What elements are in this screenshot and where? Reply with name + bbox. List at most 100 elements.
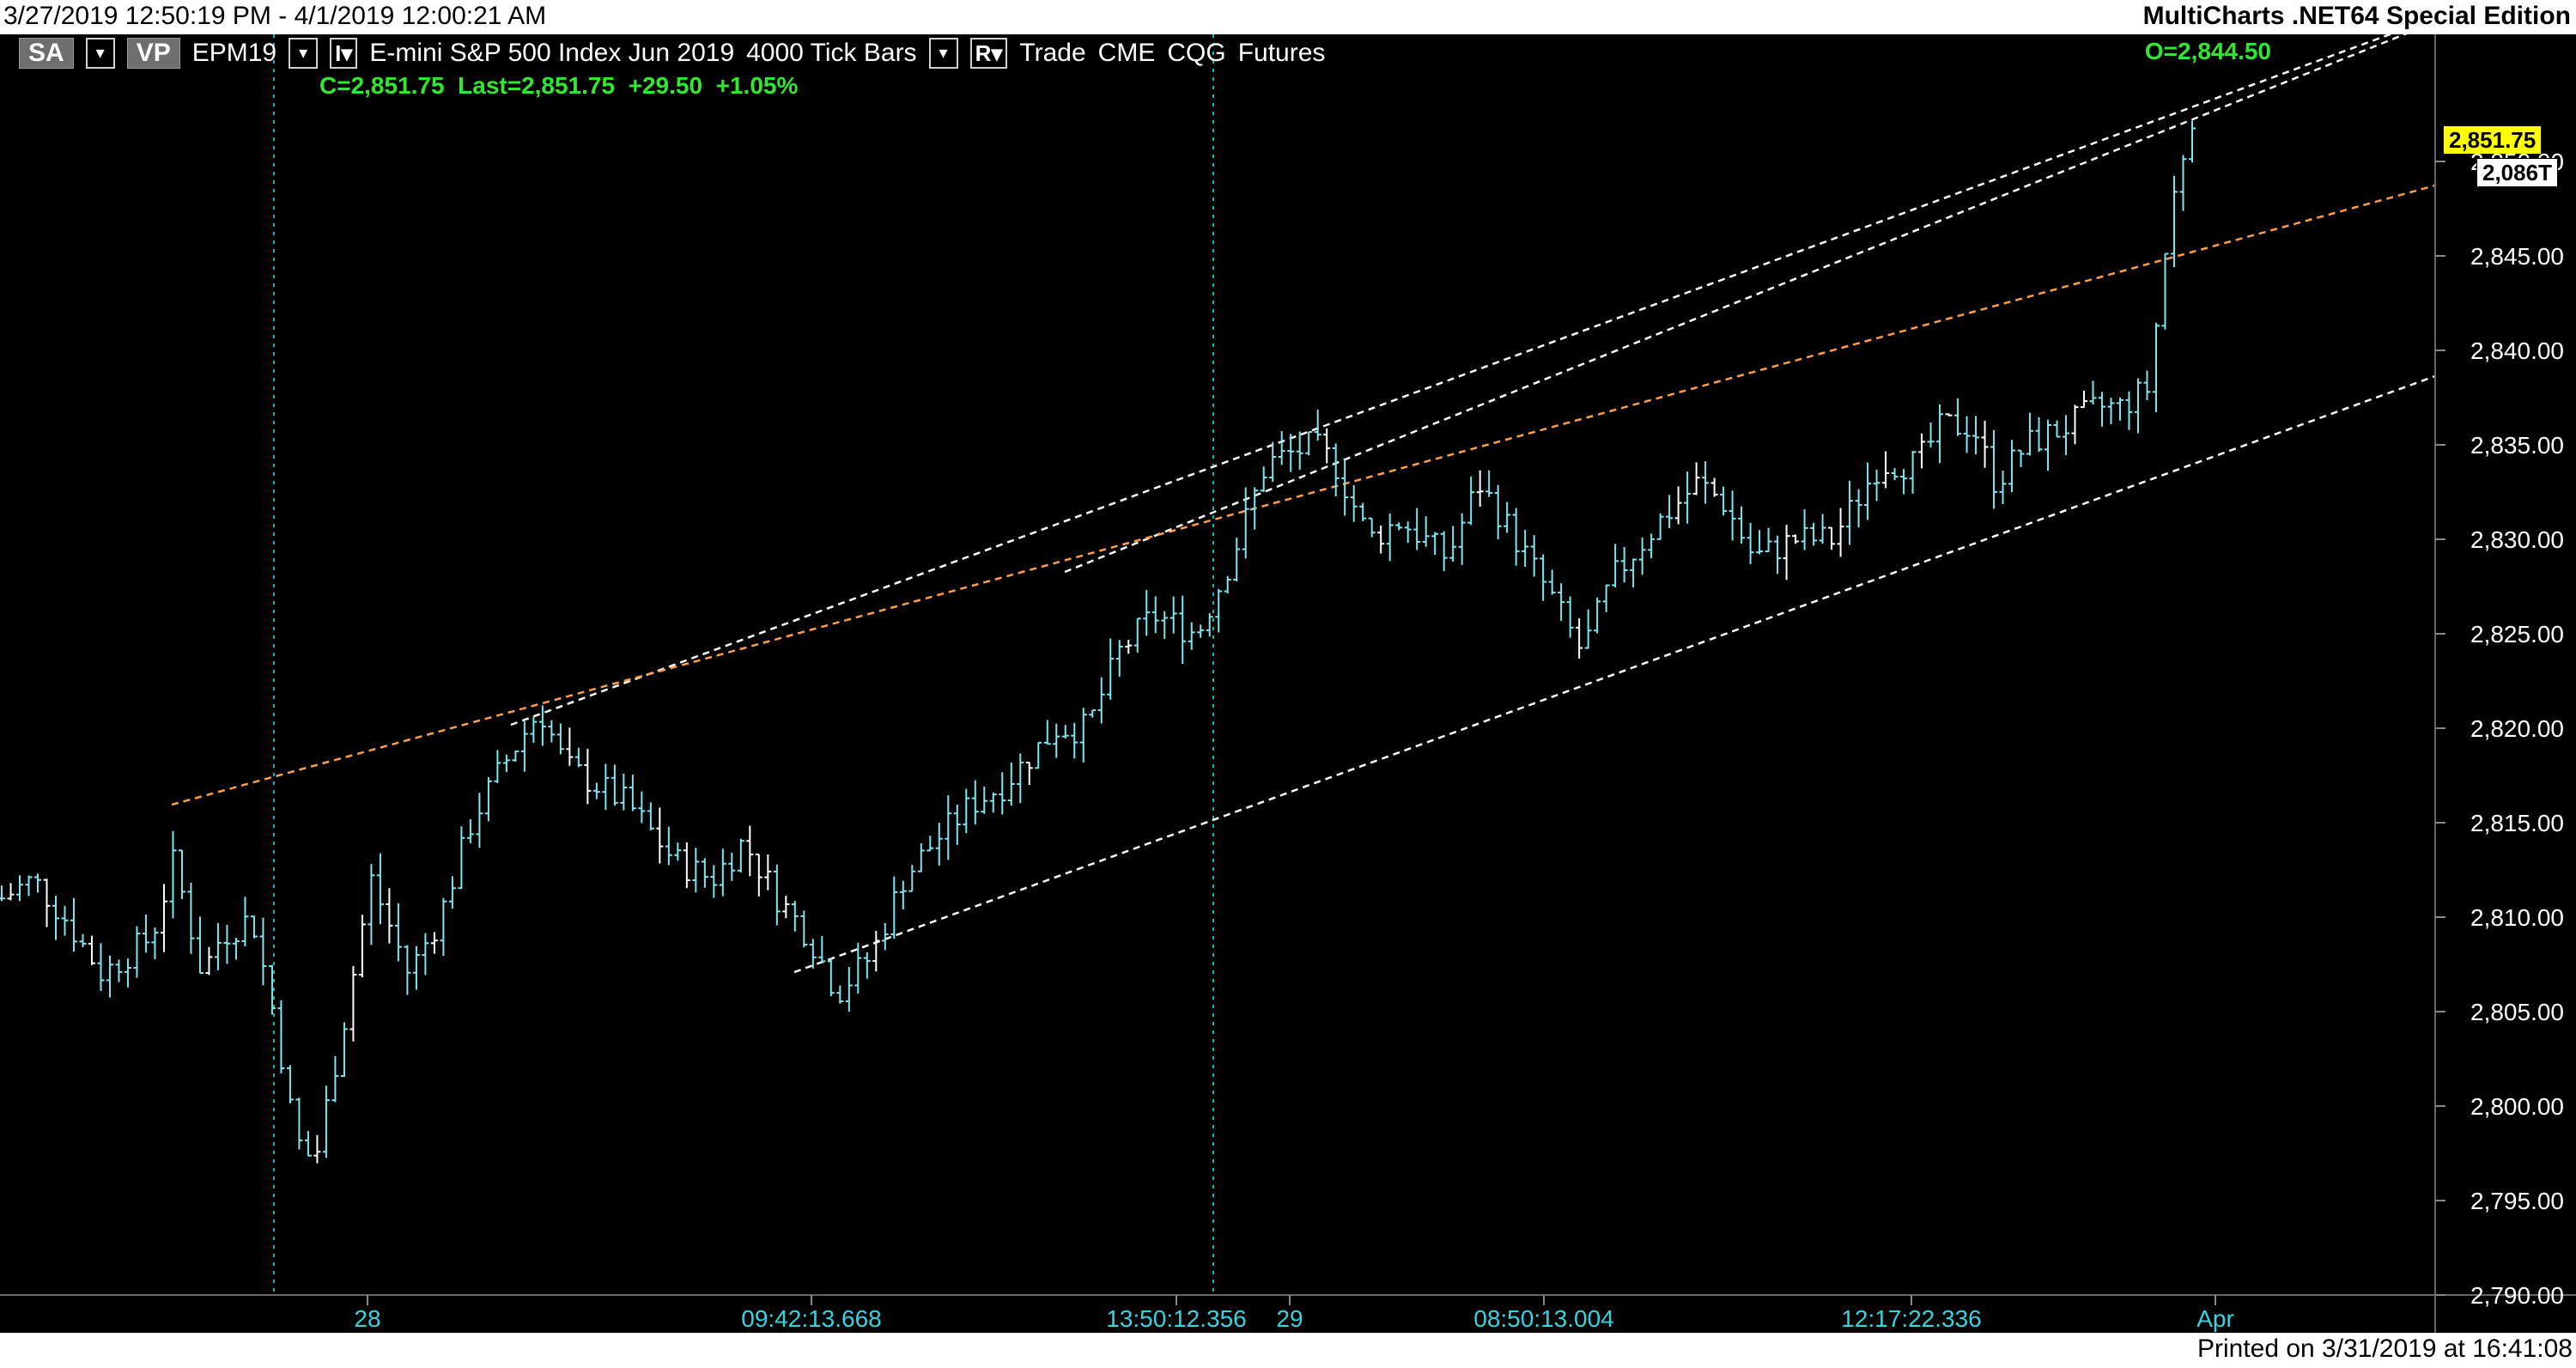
- ohlc-bar: [1395, 522, 1403, 531]
- price-tick-label: 2,845.00: [2470, 243, 2564, 270]
- ohlc-bar: [1422, 516, 1430, 547]
- ohlc-bar: [647, 802, 654, 831]
- ohlc-bar: [1684, 471, 1692, 524]
- ohlc-bar: [115, 959, 123, 982]
- ohlc-bar: [1765, 527, 1772, 553]
- ohlc-bar: [520, 721, 528, 772]
- ohlc-bar: [2008, 440, 2016, 493]
- ohlc-bar: [178, 849, 185, 899]
- ohlc-bar: [1918, 433, 1926, 469]
- interval-label: I: [335, 40, 342, 66]
- ohlc-bar: [1783, 525, 1790, 581]
- price-tick-label: 2,825.00: [2470, 621, 2564, 648]
- ohlc-bar: [1855, 489, 1862, 528]
- ohlc-bar: [88, 935, 95, 965]
- ohlc-bar: [2179, 155, 2187, 211]
- price-tick-label: 2,835.00: [2470, 432, 2564, 459]
- ohlc-bar: [1449, 526, 1457, 562]
- ohlc-bar: [1981, 420, 1989, 468]
- ohlc-bar: [872, 931, 880, 972]
- ohlc-bar: [2026, 412, 2034, 456]
- ohlc-bar: [611, 764, 618, 806]
- ohlc-bar: [1431, 532, 1439, 556]
- exchange-label: CME: [1097, 39, 1156, 67]
- ohlc-bar: [124, 958, 131, 988]
- ohlc-bar: [1522, 530, 1529, 568]
- ohlc-bar: [764, 854, 772, 891]
- ohlc-bar: [863, 952, 871, 979]
- ohlc-bar: [1133, 617, 1141, 653]
- ohlc-bar: [466, 819, 474, 843]
- ohlc-bar: [458, 826, 465, 890]
- chart-area[interactable]: 2,795.00 2,800.00 2,805.00 2,810.00 2,815.00…: [0, 34, 2576, 1333]
- ohlc-bar: [286, 1065, 294, 1104]
- ohlc-bar: [782, 896, 790, 919]
- ohlc-bar: [1945, 413, 1953, 416]
- ohlc-bar: [1350, 485, 1358, 522]
- ohlc-bar: [349, 966, 357, 1042]
- ohlc-bar: [1440, 531, 1448, 571]
- ohlc-bar: [1612, 544, 1619, 588]
- ohlc-bar: [1909, 451, 1917, 494]
- ohlc-bar: [1413, 508, 1421, 550]
- ohlc-bar: [1224, 575, 1231, 594]
- trade-mode-label[interactable]: Trade: [1019, 39, 1085, 68]
- ohlc-bar: [386, 888, 393, 944]
- ohlc-bar: [2189, 120, 2196, 163]
- sa-button[interactable]: SA: [19, 38, 74, 69]
- ohlc-bar: [1728, 490, 1736, 541]
- price-tick-label: 2,815.00: [2470, 810, 2564, 836]
- r-button[interactable]: R▾: [969, 38, 1008, 69]
- ohlc-bar: [52, 896, 59, 940]
- ohlc-bar: [674, 842, 682, 861]
- ohlc-bar: [1972, 416, 1980, 455]
- price-tick-label: 2,795.00: [2470, 1188, 2564, 1214]
- ohlc-bar: [1837, 508, 1844, 557]
- ohlc-bar: [277, 1000, 285, 1074]
- ohlc-bar: [1720, 486, 1728, 516]
- ohlc-bar: [1846, 480, 1854, 545]
- quote-line: C=2,851.75 Last=2,851.75 +29.50 +1.05%: [319, 72, 798, 100]
- ohlc-bar: [1674, 486, 1682, 525]
- interval-button[interactable]: I▾: [330, 38, 358, 69]
- sa-dropdown-button[interactable]: ▾: [85, 38, 115, 69]
- ohlc-bar: [512, 750, 519, 762]
- ohlc-bar: [494, 750, 501, 783]
- bar-type-dropdown-button[interactable]: ▾: [928, 38, 958, 69]
- ohlc-bar: [2063, 415, 2070, 456]
- price-tick-label: 2,800.00: [2470, 1093, 2564, 1120]
- ohlc-bar: [223, 924, 231, 964]
- ohlc-bar: [1620, 546, 1628, 583]
- ohlc-bar: [1035, 741, 1042, 769]
- ohlc-bar: [1954, 398, 1962, 436]
- ohlc-bar: [376, 853, 384, 925]
- ohlc-bar: [1738, 506, 1746, 544]
- last-price-badge: 2,851.75: [2444, 126, 2542, 154]
- ohlc-bar: [1007, 762, 1015, 806]
- ohlc-bar: [15, 875, 23, 902]
- price-tick-label: 2,790.00: [2470, 1282, 2564, 1309]
- ohlc-bar: [2081, 390, 2088, 409]
- symbol-label[interactable]: EPM19: [192, 39, 276, 68]
- symbol-dropdown-button[interactable]: ▾: [289, 38, 319, 69]
- ohlc-bar: [927, 836, 934, 852]
- ohlc-bar: [33, 873, 41, 893]
- ohlc-bar: [1558, 583, 1565, 621]
- ohlc-bar: [1810, 522, 1818, 546]
- app-name: MultiCharts .NET64 Special Edition: [2142, 2, 2571, 30]
- ohlc-bar: [574, 747, 582, 768]
- price-tick-label: 2,810.00: [2470, 904, 2564, 931]
- ohlc-bar: [1936, 404, 1944, 464]
- data-feed-label: CQG: [1167, 39, 1226, 67]
- vp-button[interactable]: VP: [126, 38, 180, 69]
- ohlc-bar: [358, 915, 366, 978]
- ohlc-bar: [2017, 449, 2025, 467]
- ohlc-bar: [2117, 398, 2124, 421]
- ohlc-bar: [1630, 558, 1637, 588]
- trendline: [1064, 34, 2408, 574]
- ohlc-bar: [584, 748, 592, 805]
- price-tick-label: 2,820.00: [2470, 715, 2564, 742]
- ohlc-bar: [818, 935, 826, 964]
- ohlc-bar: [2107, 398, 2115, 424]
- price-chart[interactable]: 2,795.00 2,800.00 2,805.00 2,810.00 2,815.00…: [0, 34, 2576, 1333]
